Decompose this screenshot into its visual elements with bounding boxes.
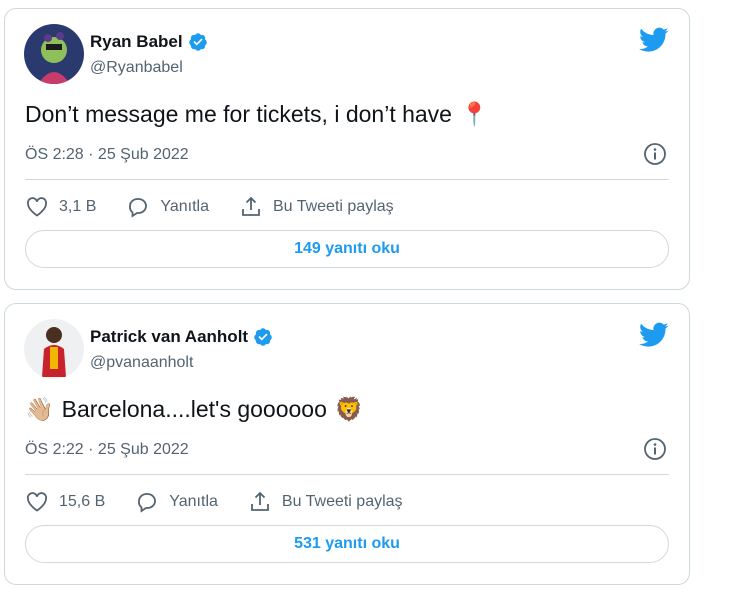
share-icon bbox=[242, 196, 260, 216]
tweet-card[interactable]: Patrick van Aanholt @pvanaanholt 👋🏼 Barc… bbox=[4, 303, 690, 585]
divider bbox=[25, 474, 669, 475]
twitter-bird-icon[interactable] bbox=[639, 27, 669, 53]
waving-hand-emoji: 👋🏼 bbox=[25, 396, 54, 422]
tweet-text-body: Barcelona....let's goooooo bbox=[61, 396, 327, 422]
author-handle[interactable]: @Ryanbabel bbox=[90, 59, 183, 77]
reply-bubble-icon bbox=[138, 493, 157, 513]
tweet-actions: 3,1 B Yanıtla Bu Tweeti paylaş bbox=[25, 195, 424, 219]
avatar[interactable] bbox=[24, 319, 84, 379]
author-name[interactable]: Patrick van Aanholt bbox=[90, 327, 248, 347]
tweet-text-body: Don’t message me for tickets, i don’t ha… bbox=[25, 101, 452, 127]
heart-icon bbox=[26, 492, 48, 512]
reply-button[interactable]: Yanıtla bbox=[126, 195, 209, 219]
pushpin-emoji: 📍 bbox=[459, 101, 489, 127]
tweet-timestamp[interactable]: ÖS 2:22 · 25 Şub 2022 bbox=[25, 441, 189, 459]
reply-label: Yanıtla bbox=[160, 198, 209, 215]
author-name-row[interactable]: Patrick van Aanholt bbox=[90, 327, 273, 347]
tweet-actions: 15,6 B Yanıtla Bu Tweeti paylaş bbox=[25, 490, 433, 514]
like-count: 15,6 B bbox=[59, 493, 106, 510]
read-replies-button[interactable]: 149 yanıtı oku bbox=[25, 230, 669, 268]
author-handle[interactable]: @pvanaanholt bbox=[90, 354, 193, 372]
like-button[interactable]: 3,1 B bbox=[25, 195, 96, 219]
reply-bubble-icon bbox=[129, 198, 148, 218]
reply-label: Yanıtla bbox=[169, 493, 218, 510]
twitter-bird-icon[interactable] bbox=[639, 322, 669, 348]
share-button[interactable]: Bu Tweeti paylaş bbox=[248, 490, 403, 514]
avatar[interactable] bbox=[24, 24, 84, 84]
like-count: 3,1 B bbox=[59, 198, 97, 215]
author-name-row[interactable]: Ryan Babel bbox=[90, 32, 208, 52]
share-label: Bu Tweeti paylaş bbox=[281, 493, 403, 510]
share-label: Bu Tweeti paylaş bbox=[272, 198, 394, 215]
tweet-text: Don’t message me for tickets, i don’t ha… bbox=[25, 101, 489, 128]
heart-icon bbox=[26, 197, 48, 217]
info-icon[interactable] bbox=[643, 437, 667, 461]
tweet-text: 👋🏼 Barcelona....let's goooooo 🦁 bbox=[25, 396, 364, 423]
lion-emoji: 🦁 bbox=[334, 396, 364, 422]
like-button[interactable]: 15,6 B bbox=[25, 490, 105, 514]
share-button[interactable]: Bu Tweeti paylaş bbox=[239, 195, 394, 219]
author-name[interactable]: Ryan Babel bbox=[90, 32, 183, 52]
verified-badge-icon bbox=[188, 33, 207, 51]
share-icon bbox=[250, 491, 269, 511]
tweet-card[interactable]: Ryan Babel @Ryanbabel Don’t message me f… bbox=[4, 8, 690, 290]
divider bbox=[25, 179, 669, 180]
read-replies-button[interactable]: 531 yanıtı oku bbox=[25, 525, 669, 563]
reply-button[interactable]: Yanıtla bbox=[135, 490, 218, 514]
tweet-timestamp[interactable]: ÖS 2:28 · 25 Şub 2022 bbox=[25, 146, 189, 164]
info-icon[interactable] bbox=[643, 142, 667, 166]
verified-badge-icon bbox=[254, 328, 272, 346]
